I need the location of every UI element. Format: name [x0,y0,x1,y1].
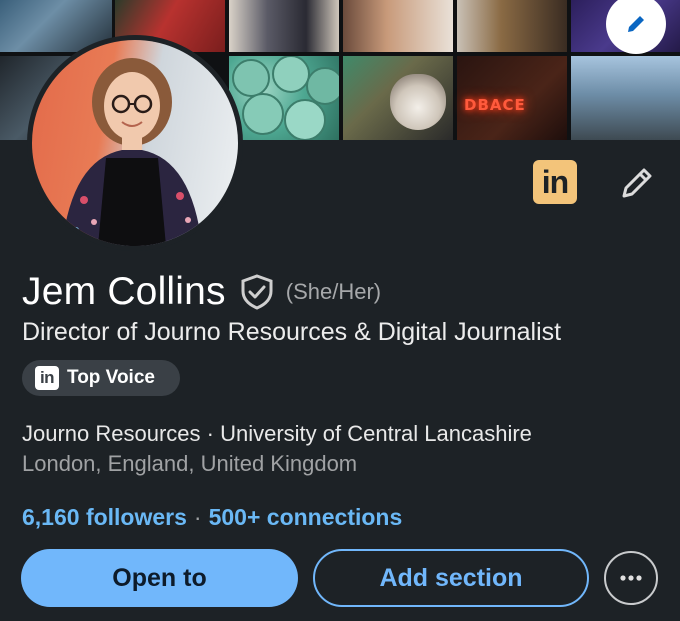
profile-organizations[interactable]: Journo Resources · University of Central… [22,421,532,447]
followers-link[interactable]: 6,160 followers [22,504,187,531]
cat-face [390,74,446,130]
neon-sign-text: DBACE [464,96,526,114]
more-button[interactable] [604,551,658,605]
network-stats: 6,160 followers · 500+ connections [22,504,402,531]
banner-photo-person [457,0,567,52]
edit-profile-pencil-icon[interactable] [616,162,658,204]
ellipsis-icon [620,575,642,581]
top-voice-icon-text: in [39,368,55,387]
verified-shield-icon[interactable] [240,274,274,310]
pronouns: (She/Her) [285,279,382,304]
avatar-ring[interactable] [27,35,243,251]
banner-photo-office [343,0,453,52]
profile-headline: Director of Journo Resources & Digital J… [22,318,562,346]
open-to-button[interactable]: Open to [21,549,298,607]
avatar-portrait [62,58,202,246]
banner-photo-portrait [571,56,680,140]
linkedin-small-icon: in [35,366,59,390]
badges-illustration [232,56,339,140]
name-row: Jem Collins (She/Her) [22,270,381,314]
banner-photo-group [229,0,339,52]
top-voice-badge[interactable]: in Top Voice [22,360,180,396]
profile-location: London, England, United Kingdom [22,451,358,476]
connections-link[interactable]: 500+ connections [209,504,403,531]
network-separator: · [193,504,202,530]
profile-page: DBACE in Jem Collins (She/Her) Director … [0,0,680,621]
add-section-button[interactable]: Add section [313,549,589,607]
avatar[interactable] [32,40,238,246]
profile-name: Jem Collins [22,270,226,313]
linkedin-icon-text: in [541,163,569,200]
pencil-icon [628,16,644,32]
top-voice-label: Top Voice [67,367,155,388]
banner-photo-badges [229,56,339,140]
linkedin-icon[interactable]: in [533,160,577,204]
